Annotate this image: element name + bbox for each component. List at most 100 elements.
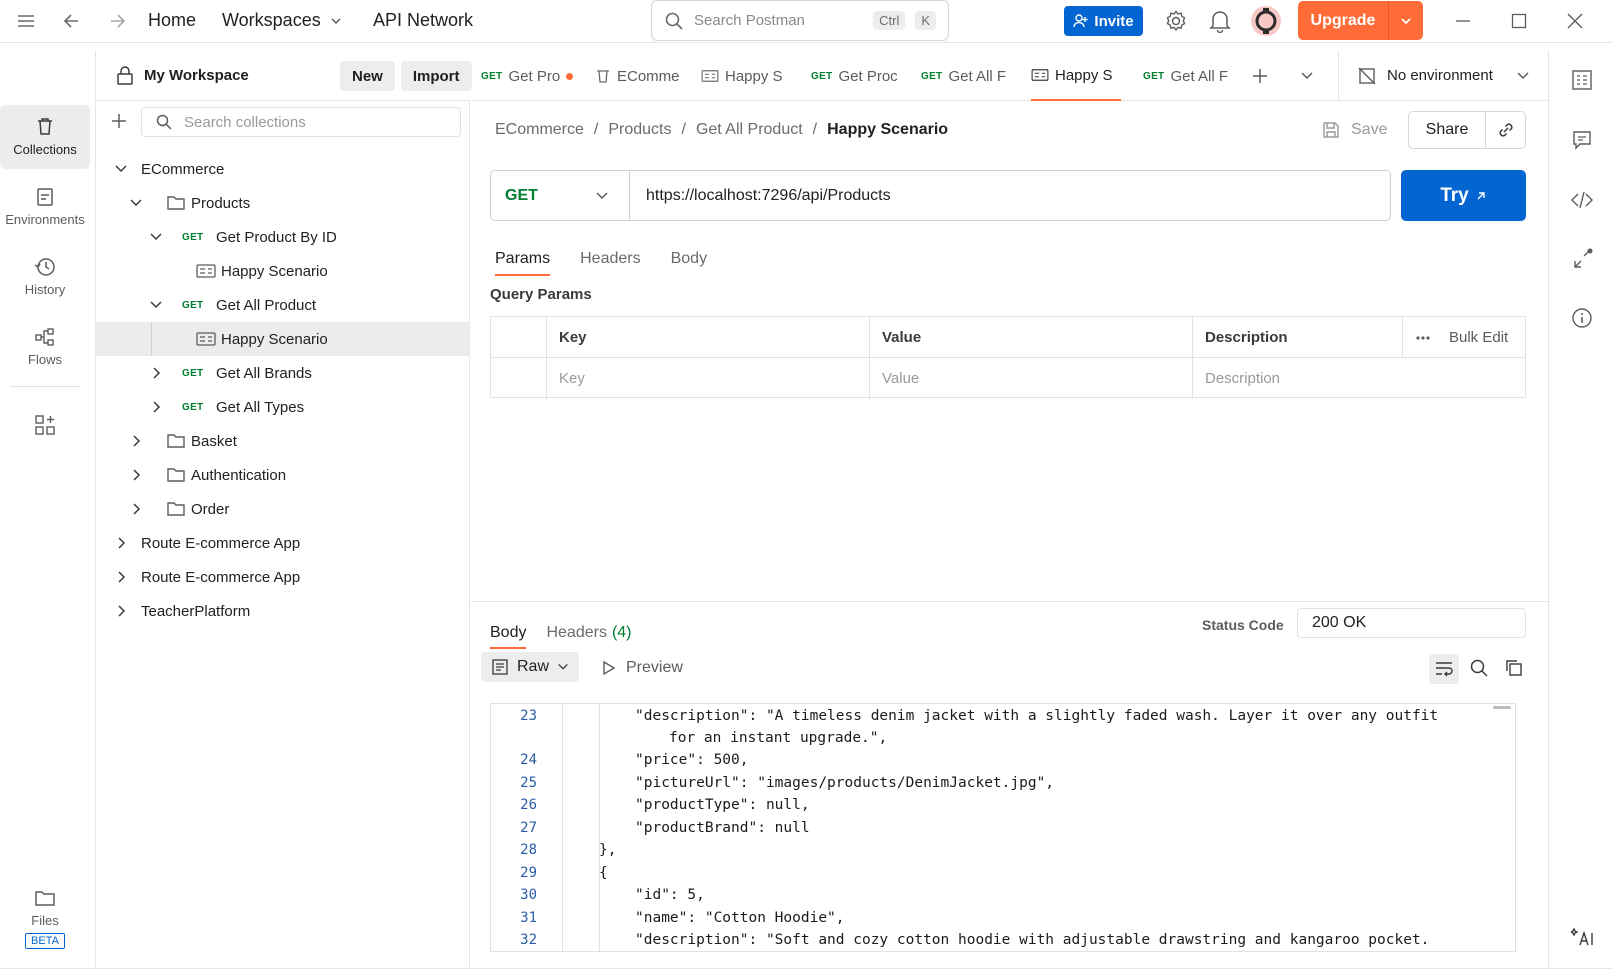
share-button[interactable]: Share — [1409, 121, 1485, 139]
tab-label: Get All F — [948, 67, 1006, 85]
tree-example-happy-scenario-selected[interactable]: Happy Scenario — [96, 322, 470, 356]
related-collections-icon[interactable] — [1571, 247, 1595, 271]
response-body-editor[interactable]: 23 24 25 26 27 28 29 30 31 32 "descripti… — [490, 703, 1516, 952]
global-search-input[interactable]: Search Postman Ctrl K — [651, 0, 949, 41]
editor-scrollbar[interactable] — [1493, 706, 1511, 709]
preview-button[interactable]: Preview — [602, 659, 683, 677]
import-button[interactable]: Import — [400, 61, 472, 91]
comments-icon[interactable] — [1571, 129, 1593, 151]
breadcrumb-products[interactable]: Products — [608, 121, 671, 139]
tab-happy-scenario[interactable]: Happy S — [701, 51, 791, 101]
tab-get-product[interactable]: GET Get Pro — [481, 51, 584, 101]
new-tab-plus-icon[interactable] — [1251, 67, 1269, 85]
status-code-label: Status Code — [1202, 617, 1284, 633]
rail-environments[interactable]: Environments — [0, 175, 90, 239]
info-icon[interactable] — [1571, 307, 1593, 329]
nav-home[interactable]: Home — [148, 10, 196, 31]
rail-collections[interactable]: Collections — [0, 105, 90, 169]
bulk-edit-button[interactable]: Bulk Edit — [1403, 317, 1527, 358]
add-collection-icon[interactable] — [110, 112, 128, 130]
back-icon[interactable] — [62, 11, 82, 31]
param-value-input[interactable]: Value — [870, 358, 1193, 399]
url-input[interactable]: https://localhost:7296/api/Products — [630, 187, 891, 205]
new-button[interactable]: New — [340, 61, 395, 91]
tree-collection-route-ecommerce-app-2[interactable]: Route E-commerce App — [96, 560, 470, 594]
documentation-icon[interactable] — [1571, 69, 1593, 91]
chevron-right-icon — [133, 469, 141, 481]
tab-ecommerce[interactable]: EComme — [595, 51, 691, 101]
close-window-icon[interactable] — [1560, 6, 1590, 36]
tab-headers[interactable]: Headers — [580, 250, 640, 268]
response-divider[interactable] — [471, 601, 1548, 602]
try-label: Try — [1440, 184, 1469, 206]
param-description-input[interactable]: Description — [1193, 358, 1527, 399]
beta-badge: BETA — [25, 932, 65, 949]
tree-folder-products[interactable]: Products — [96, 186, 470, 220]
method-badge: GET — [481, 70, 503, 82]
nav-workspaces[interactable]: Workspaces — [222, 10, 343, 31]
method-badge: GET — [1143, 70, 1165, 82]
nav-api-network[interactable]: API Network — [373, 10, 473, 31]
tree-collection-route-ecommerce-app[interactable]: Route E-commerce App — [96, 526, 470, 560]
tree-example-happy-scenario[interactable]: Happy Scenario — [96, 254, 470, 288]
breadcrumb-get-all-product[interactable]: Get All Product — [696, 121, 803, 139]
format-select-raw[interactable]: Raw — [481, 652, 579, 682]
save-button[interactable]: Save — [1321, 120, 1387, 140]
tree-folder-basket[interactable]: Basket — [96, 424, 470, 458]
folder-icon — [167, 196, 185, 210]
breadcrumb-ecommerce[interactable]: ECommerce — [495, 121, 584, 139]
param-key-input[interactable]: Key — [547, 358, 870, 399]
try-button[interactable]: Try — [1401, 170, 1526, 221]
tree-request-get-product-by-id[interactable]: GET Get Product By ID — [96, 220, 470, 254]
tab-get-all[interactable]: GET Get All F — [921, 51, 1013, 101]
notifications-bell-icon[interactable] — [1209, 9, 1231, 33]
wrap-lines-icon[interactable] — [1429, 654, 1459, 684]
tree-request-get-all-product[interactable]: GET Get All Product — [96, 288, 470, 322]
response-tab-body[interactable]: Body — [490, 624, 527, 649]
tree-collection-teacherplatform[interactable]: TeacherPlatform — [96, 594, 470, 628]
upgrade-button[interactable]: Upgrade — [1298, 1, 1423, 40]
tree-collection-ecommerce[interactable]: ECommerce — [96, 152, 470, 186]
code-snippet-icon[interactable] — [1570, 189, 1594, 211]
tree-request-get-all-brands[interactable]: GET Get All Brands — [96, 356, 470, 390]
rail-add-widget[interactable] — [0, 393, 90, 457]
invite-button[interactable]: Invite — [1064, 6, 1143, 36]
environment-selector[interactable]: No environment — [1338, 51, 1548, 101]
raw-document-icon — [492, 659, 508, 675]
tree-folder-order[interactable]: Order — [96, 492, 470, 526]
code-line: }, — [599, 842, 617, 858]
rail-files[interactable]: Files BETA — [0, 881, 90, 955]
maximize-icon[interactable] — [1504, 6, 1534, 36]
tab-get-all-2[interactable]: GET Get All F — [1143, 51, 1235, 101]
search-collections-input[interactable]: Search collections — [141, 107, 461, 137]
tree-request-get-all-types[interactable]: GET Get All Types — [96, 390, 470, 424]
code-line: "description": "A timeless denim jacket … — [635, 708, 1439, 724]
forward-icon[interactable] — [107, 11, 127, 31]
upgrade-chevron-down-icon[interactable] — [1389, 14, 1423, 28]
settings-gear-icon[interactable] — [1164, 9, 1188, 33]
search-response-icon[interactable] — [1469, 658, 1489, 678]
tab-params[interactable]: Params — [495, 250, 551, 276]
line-number: 25 — [520, 775, 537, 791]
avatar[interactable] — [1250, 5, 1282, 37]
search-icon — [156, 114, 172, 130]
tree-folder-authentication[interactable]: Authentication — [96, 458, 470, 492]
chevron-right-icon — [153, 367, 161, 379]
tab-list-chevron-down-icon[interactable] — [1300, 69, 1314, 83]
tab-happy-scenario-active[interactable]: Happy S — [1031, 51, 1121, 101]
copy-link-icon[interactable] — [1486, 120, 1525, 140]
minimize-icon[interactable] — [1448, 6, 1478, 36]
code-line: "price": 500, — [635, 752, 749, 768]
ai-assistant-icon[interactable] — [1571, 925, 1595, 947]
rail-history[interactable]: History — [0, 245, 90, 309]
menu-icon[interactable] — [16, 12, 36, 30]
tab-get-product-2[interactable]: GET Get Proc — [811, 51, 901, 101]
method-badge: GET — [182, 231, 204, 243]
shortcut-ctrl: Ctrl — [873, 11, 906, 30]
response-tab-headers[interactable]: Headers (4) — [546, 624, 631, 642]
method-select[interactable]: GET — [491, 171, 630, 220]
workspace-title[interactable]: My Workspace — [116, 65, 249, 85]
copy-icon[interactable] — [1504, 658, 1524, 678]
rail-flows[interactable]: Flows — [0, 315, 90, 379]
tab-body[interactable]: Body — [671, 250, 707, 268]
